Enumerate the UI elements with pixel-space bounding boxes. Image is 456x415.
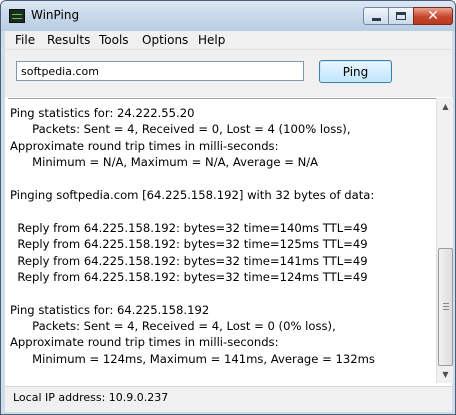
title-bar[interactable]: WinPing ✕ bbox=[1, 1, 455, 31]
menu-options[interactable]: Options bbox=[142, 33, 188, 47]
output-line: Minimum = N/A, Maximum = N/A, Average = … bbox=[10, 155, 319, 170]
scrollbar-thumb[interactable] bbox=[438, 248, 453, 366]
close-icon: ✕ bbox=[427, 8, 439, 24]
menu-results[interactable]: Results bbox=[47, 33, 90, 47]
local-ip-status: Local IP address: 10.9.0.237 bbox=[13, 391, 169, 404]
minimize-icon bbox=[371, 17, 381, 21]
output-line: Packets: Sent = 4, Received = 0, Lost = … bbox=[10, 122, 351, 137]
status-bar: Local IP address: 10.9.0.237 bbox=[5, 386, 452, 412]
arrow-down-icon[interactable]: ▼ bbox=[437, 366, 454, 383]
client-area: File Results Tools Options Help Ping Pin… bbox=[5, 31, 453, 412]
winping-window: WinPing ✕ File Results Tools Options Hel… bbox=[0, 0, 456, 415]
console-icon bbox=[9, 9, 25, 23]
maximize-icon bbox=[396, 12, 406, 20]
output-line: Approximate round trip times in milli-se… bbox=[10, 335, 279, 350]
output-line: Ping statistics for: 24.222.55.20 bbox=[10, 106, 195, 120]
maximize-button[interactable] bbox=[388, 7, 414, 25]
host-input[interactable] bbox=[16, 61, 304, 81]
output-line: Reply from 64.225.158.192: bytes=32 time… bbox=[10, 253, 368, 268]
minimize-button[interactable] bbox=[363, 7, 389, 25]
menu-tools[interactable]: Tools bbox=[99, 33, 129, 47]
output-line: Minimum = 124ms, Maximum = 141ms, Averag… bbox=[10, 351, 375, 366]
output-line: Ping statistics for: 64.225.158.192 bbox=[10, 302, 210, 317]
grip-icon bbox=[443, 303, 449, 310]
host-toolbar: Ping bbox=[5, 50, 452, 97]
output-line: Pinging softpedia.com [64.225.158.192] w… bbox=[10, 187, 375, 202]
menu-file[interactable]: File bbox=[15, 33, 35, 47]
output-line: Reply from 64.225.158.192: bytes=32 time… bbox=[10, 220, 368, 235]
ping-button[interactable]: Ping bbox=[319, 60, 392, 83]
output-line: Packets: Sent = 4, Received = 4, Lost = … bbox=[10, 319, 336, 334]
output-line: Approximate round trip times in milli-se… bbox=[10, 138, 279, 153]
close-button[interactable]: ✕ bbox=[413, 7, 453, 25]
arrow-up-icon[interactable]: ▲ bbox=[437, 98, 454, 115]
results-text: Ping statistics for: 24.222.55.20 Packet… bbox=[10, 105, 438, 367]
results-output[interactable]: Ping statistics for: 24.222.55.20 Packet… bbox=[8, 98, 442, 381]
window-title: WinPing bbox=[31, 8, 80, 22]
vertical-scrollbar[interactable]: ▲ ▼ bbox=[436, 98, 453, 383]
menu-help[interactable]: Help bbox=[198, 33, 225, 47]
output-line: Reply from 64.225.158.192: bytes=32 time… bbox=[10, 269, 368, 284]
menu-bar: File Results Tools Options Help bbox=[5, 31, 452, 50]
output-line: Reply from 64.225.158.192: bytes=32 time… bbox=[10, 237, 368, 252]
